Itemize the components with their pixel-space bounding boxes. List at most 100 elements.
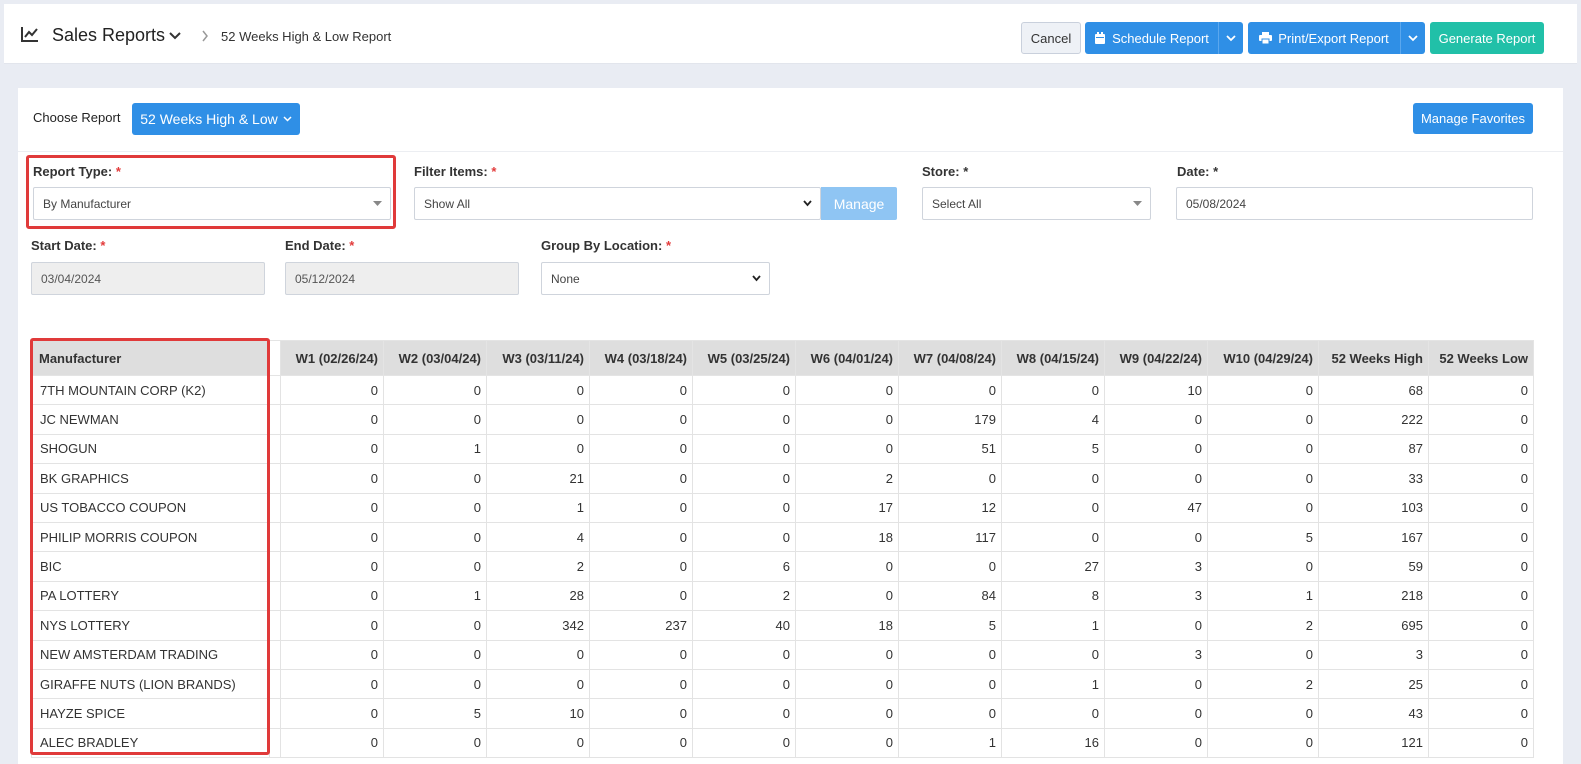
filter-items-value: Show All	[424, 196, 471, 211]
value-cell: 1	[898, 727, 1002, 759]
value-cell: 0	[589, 463, 693, 494]
value-cell: 0	[795, 727, 899, 759]
value-cell: 121	[1318, 727, 1429, 759]
value-cell: 0	[280, 463, 384, 494]
value-cell: 0	[795, 668, 899, 700]
value-cell: 0	[486, 668, 590, 700]
column-header[interactable]: W8 (04/15/24)	[1001, 340, 1105, 376]
choose-report-value: 52 Weeks High & Low	[140, 111, 278, 127]
value-cell: 2	[692, 580, 796, 612]
page-title[interactable]: Sales Reports	[52, 25, 165, 46]
value-cell: 0	[1001, 521, 1105, 553]
value-cell: 117	[898, 521, 1002, 553]
value-cell: 0	[383, 521, 487, 553]
choose-report-label: Choose Report	[33, 110, 121, 125]
value-cell: 0	[1207, 404, 1319, 435]
column-header[interactable]: 52 Weeks Low	[1428, 340, 1534, 376]
group-by-location-label: Group By Location: *	[541, 238, 672, 253]
group-by-location-value: None	[551, 271, 580, 286]
value-cell: 0	[1428, 698, 1534, 729]
value-cell: 51	[898, 433, 1002, 465]
value-cell: 695	[1318, 610, 1429, 641]
value-cell: 0	[1001, 698, 1105, 729]
column-header[interactable]: W5 (03/25/24)	[692, 340, 796, 376]
value-cell: 0	[1207, 639, 1319, 670]
value-cell: 0	[383, 404, 487, 435]
chevron-down-icon	[283, 116, 292, 122]
value-cell: 0	[280, 374, 384, 406]
value-cell: 18	[795, 610, 899, 641]
value-cell: 218	[1318, 580, 1429, 612]
chevron-down-icon[interactable]	[168, 30, 182, 42]
value-cell: 0	[692, 404, 796, 435]
value-cell: 0	[692, 521, 796, 553]
value-cell: 0	[1428, 433, 1534, 465]
value-cell: 68	[1318, 374, 1429, 406]
column-header[interactable]: W6 (04/01/24)	[795, 340, 899, 376]
column-gap	[269, 492, 281, 523]
column-header[interactable]: 52 Weeks High	[1318, 340, 1429, 376]
column-header[interactable]: W1 (02/26/24)	[280, 340, 384, 376]
column-header[interactable]: W7 (04/08/24)	[898, 340, 1002, 376]
column-header[interactable]: W9 (04/22/24)	[1104, 340, 1208, 376]
value-cell: 0	[383, 463, 487, 494]
value-cell: 0	[1428, 463, 1534, 494]
schedule-report-button[interactable]: Schedule Report	[1085, 22, 1218, 54]
value-cell: 59	[1318, 551, 1429, 582]
value-cell: 0	[589, 580, 693, 612]
value-cell: 0	[692, 668, 796, 700]
choose-report-dropdown[interactable]: 52 Weeks High & Low	[132, 103, 300, 135]
print-export-dropdown[interactable]	[1400, 22, 1425, 54]
value-cell: 0	[1207, 698, 1319, 729]
value-cell: 1	[383, 580, 487, 612]
column-header[interactable]: W3 (03/11/24)	[486, 340, 590, 376]
manage-favorites-button[interactable]: Manage Favorites	[1413, 103, 1533, 134]
schedule-report-dropdown[interactable]	[1218, 22, 1243, 54]
column-header[interactable]: W2 (03/04/24)	[383, 340, 487, 376]
value-cell: 0	[692, 463, 796, 494]
value-cell: 0	[1428, 668, 1534, 700]
value-cell: 0	[898, 668, 1002, 700]
filter-items-label: Filter Items: *	[414, 164, 497, 179]
value-cell: 16	[1001, 727, 1105, 759]
value-cell: 0	[589, 521, 693, 553]
column-gap	[269, 639, 281, 670]
column-header[interactable]: W10 (04/29/24)	[1207, 340, 1319, 376]
value-cell: 0	[898, 698, 1002, 729]
value-cell: 0	[1207, 551, 1319, 582]
date-input[interactable]: 05/08/2024	[1176, 187, 1533, 220]
column-header[interactable]: W4 (03/18/24)	[589, 340, 693, 376]
value-cell: 0	[1428, 727, 1534, 759]
value-cell: 0	[280, 610, 384, 641]
value-cell: 0	[1104, 404, 1208, 435]
value-cell: 0	[795, 639, 899, 670]
value-cell: 0	[589, 727, 693, 759]
value-cell: 1	[1207, 580, 1319, 612]
date-label: Date: *	[1177, 164, 1219, 179]
cancel-button[interactable]: Cancel	[1021, 22, 1081, 54]
column-gap	[269, 374, 281, 406]
manage-filter-button[interactable]: Manage	[821, 187, 897, 220]
value-cell: 167	[1318, 521, 1429, 553]
generate-report-button[interactable]: Generate Report	[1430, 22, 1544, 54]
print-export-button[interactable]: Print/Export Report	[1248, 22, 1400, 54]
value-cell: 103	[1318, 492, 1429, 523]
store-select[interactable]: Select All	[922, 187, 1151, 220]
group-by-location-select[interactable]: None	[541, 262, 770, 295]
value-cell: 0	[1001, 639, 1105, 670]
filter-items-select[interactable]: Show All	[414, 187, 821, 220]
value-cell: 342	[486, 610, 590, 641]
value-cell: 0	[486, 433, 590, 465]
value-cell: 0	[1207, 463, 1319, 494]
column-gap	[269, 340, 281, 376]
value-cell: 0	[383, 639, 487, 670]
value-cell: 0	[692, 639, 796, 670]
value-cell: 0	[692, 433, 796, 465]
value-cell: 0	[795, 433, 899, 465]
column-gap	[269, 404, 281, 435]
value-cell: 0	[383, 668, 487, 700]
value-cell: 0	[486, 374, 590, 406]
end-date-input: 05/12/2024	[285, 262, 519, 295]
value-cell: 0	[280, 580, 384, 612]
value-cell: 27	[1001, 551, 1105, 582]
